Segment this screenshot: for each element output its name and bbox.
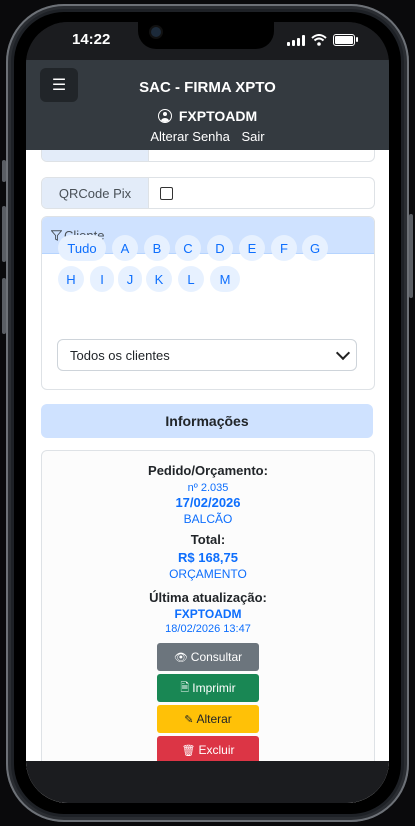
status-bar: 14:22 xyxy=(26,22,389,60)
letter-i[interactable]: I xyxy=(90,266,114,292)
change-password-link[interactable]: Alterar Senha xyxy=(150,129,230,144)
camera-icon xyxy=(151,27,161,37)
side-button-volume-up xyxy=(2,206,6,262)
edit-button[interactable]: ✎ Alterar xyxy=(157,705,259,733)
letter-g[interactable]: G xyxy=(302,235,328,261)
order-label: Pedido/Orçamento: xyxy=(148,463,268,478)
user-info: FXPTOADM xyxy=(26,108,389,124)
letter-k[interactable]: K xyxy=(146,266,172,292)
letter-j[interactable]: J xyxy=(118,266,142,292)
print-button[interactable]: 🗎 Imprimir xyxy=(157,674,259,702)
delete-button[interactable]: 🗑 Excluir xyxy=(157,736,259,764)
client-filter-panel: Cliente Tudo A B C D E F G H I J K L M xyxy=(41,216,375,390)
home-indicator xyxy=(156,780,260,784)
total-type: ORÇAMENTO xyxy=(169,567,247,581)
signal-icon xyxy=(287,34,305,46)
trash-icon: 🗑 xyxy=(181,744,196,757)
side-button-mute xyxy=(2,160,6,182)
battery-icon xyxy=(333,34,358,46)
qrcode-checkbox[interactable] xyxy=(160,187,173,200)
letter-m[interactable]: M xyxy=(210,266,240,292)
file-pdf-icon: 🗎 xyxy=(180,681,190,694)
partial-field-label xyxy=(42,150,149,161)
update-label: Última atualização: xyxy=(149,590,267,605)
phone-device: 14:22 ☰ SAC - FIRMA XPTO FXPTOADM Altera… xyxy=(0,0,415,826)
notch xyxy=(138,22,274,49)
view-button[interactable]: 👁 Consultar xyxy=(157,643,259,671)
view-button-label: Consultar xyxy=(190,650,243,664)
qrcode-label: QRCode Pix xyxy=(42,178,149,208)
delete-button-label: Excluir xyxy=(198,743,235,757)
partial-field xyxy=(41,150,375,162)
letter-l[interactable]: L xyxy=(178,266,204,292)
letter-a[interactable]: A xyxy=(112,235,138,261)
order-channel: BALCÃO xyxy=(183,512,233,526)
qrcode-field: QRCode Pix xyxy=(41,177,375,209)
side-button-volume-down xyxy=(2,278,6,334)
wifi-icon xyxy=(311,34,327,46)
client-select[interactable]: Todos os clientes xyxy=(57,339,357,371)
edit-button-label: Alterar xyxy=(196,712,232,726)
app-title: SAC - FIRMA XPTO xyxy=(139,79,276,96)
edit-icon: ✎ xyxy=(184,713,194,726)
main-content: QRCode Pix Cliente Tudo A B C D E xyxy=(26,150,389,803)
letter-b[interactable]: B xyxy=(144,235,170,261)
print-button-label: Imprimir xyxy=(192,681,236,695)
home-indicator-area xyxy=(26,761,389,803)
side-button-power xyxy=(409,214,413,298)
order-card: Pedido/Orçamento: nº 2.035 17/02/2026 BA… xyxy=(41,450,375,803)
status-icons xyxy=(287,34,358,46)
info-section-title: Informações xyxy=(41,404,373,438)
app-header: ☰ SAC - FIRMA XPTO FXPTOADM Alterar Senh… xyxy=(26,60,389,150)
letter-h[interactable]: H xyxy=(58,266,84,292)
letter-c[interactable]: C xyxy=(175,235,201,261)
update-datetime: 18/02/2026 13:47 xyxy=(165,623,251,635)
letter-e[interactable]: E xyxy=(239,235,265,261)
order-date: 17/02/2026 xyxy=(175,495,241,510)
chevron-down-icon xyxy=(335,345,351,361)
client-select-value: Todos os clientes xyxy=(70,347,170,363)
status-time: 14:22 xyxy=(72,31,111,48)
screen: 14:22 ☰ SAC - FIRMA XPTO FXPTOADM Altera… xyxy=(26,22,389,803)
header-links: Alterar Senha Sair xyxy=(26,129,389,144)
update-user: FXPTOADM xyxy=(174,607,242,621)
user-circle-icon xyxy=(157,109,172,123)
order-number: nº 2.035 xyxy=(187,482,229,494)
logout-link[interactable]: Sair xyxy=(242,129,265,144)
total-label: Total: xyxy=(190,532,226,547)
letter-f[interactable]: F xyxy=(271,235,297,261)
letter-tudo[interactable]: Tudo xyxy=(58,235,106,261)
total-value: R$ 168,75 xyxy=(178,550,238,565)
eye-icon: 👁 xyxy=(173,651,188,664)
username: FXPTOADM xyxy=(178,108,258,124)
letter-d[interactable]: D xyxy=(207,235,233,261)
